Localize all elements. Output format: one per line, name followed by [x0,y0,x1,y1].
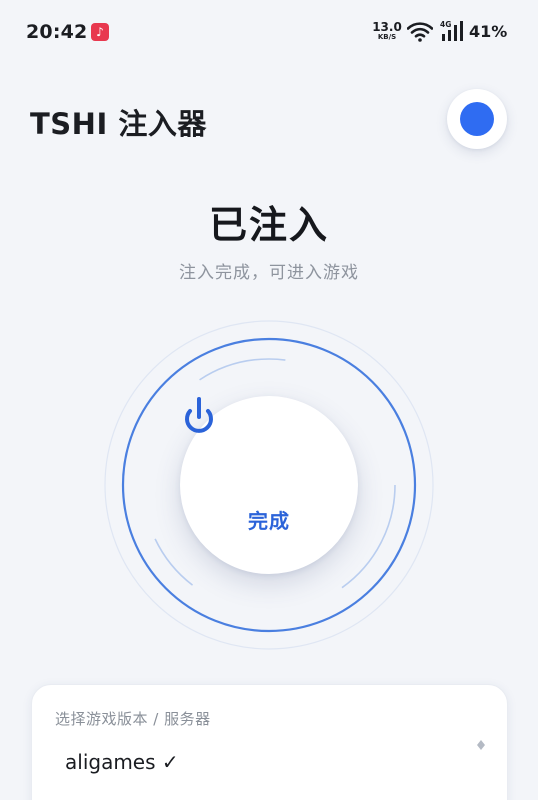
wifi-icon [407,22,433,42]
status-dot-icon [460,102,494,136]
music-app-icon: ♪ [91,23,109,41]
network-speed: 13.0 KB/S [372,21,402,41]
status-time: 20:42 [26,21,88,43]
power-icon [185,397,213,433]
battery-level: 41% [469,22,508,41]
server-selector[interactable]: 选择游戏版本 / 服务器 aligames ✓ [31,684,508,800]
injector-screen: 20:42 ♪ 13.0 KB/S 4G 41% TSHI 注入器 已注入 注入… [0,0,538,800]
cellular-signal-icon: 4G [440,20,463,41]
status-indicator-button[interactable] [447,89,507,149]
progress-ring: 完成 [102,318,436,652]
complete-button-label: 完成 [248,509,290,533]
app-title: TSHI 注入器 [30,107,207,141]
complete-button[interactable]: 完成 [180,396,358,574]
status-bar: 20:42 ♪ 13.0 KB/S 4G 41% [0,0,538,62]
server-selector-value: aligames ✓ [65,750,179,774]
server-selector-label: 选择游戏版本 / 服务器 [55,710,211,728]
dropdown-diamond-icon [477,740,485,750]
network-type-label: 4G [440,20,451,29]
injection-state-title: 已注入 [208,203,329,247]
network-speed-value: 13.0 [372,20,402,34]
network-speed-unit: KB/S [377,33,397,41]
injection-state-subtitle: 注入完成，可进入游戏 [179,263,359,283]
